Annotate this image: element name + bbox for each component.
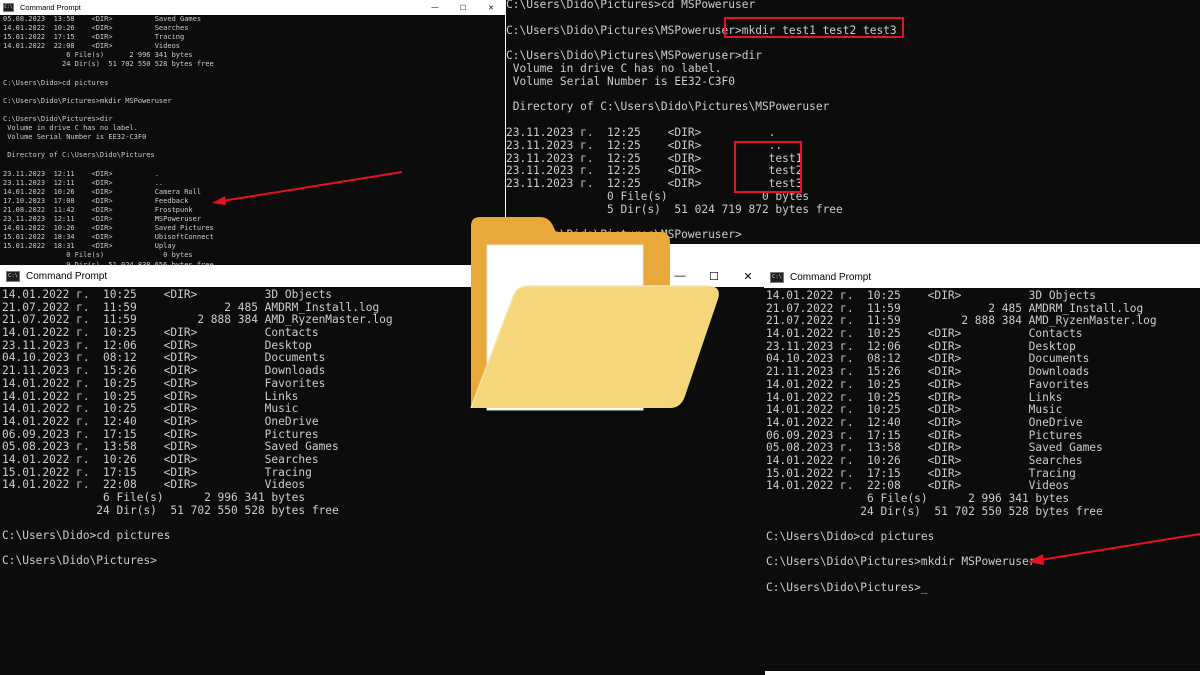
terminal-line: 6 File(s) 2 996 341 bytes	[2, 491, 306, 504]
terminal-line: Volume Serial Number is EE32-C3F0	[506, 74, 736, 88]
terminal-line: C:\Users\Dido>cd pictures	[766, 530, 935, 544]
terminal-line: 15.01.2022 18:34 <DIR> UbisoftConnect	[3, 233, 214, 242]
terminal-line: 14.01.2022 г. 10:25 <DIR> Contacts	[2, 326, 319, 340]
minimize-button[interactable]: —	[663, 265, 697, 287]
terminal-line: C:\Users\Dido\Pictures>	[2, 554, 157, 568]
terminal-line: 14.01.2022 г. 10:25 <DIR> 3D Objects	[2, 289, 333, 301]
terminal-line: 15.01.2022 18:31 <DIR> Uplay	[3, 242, 176, 251]
terminal-line: C:\Users\Dido\Pictures>dir	[3, 115, 113, 124]
terminal-line: Volume in drive C has no label.	[3, 124, 138, 133]
close-button[interactable]: ✕	[731, 265, 765, 287]
terminal-line: 23.11.2023 12:11 <DIR> ..	[3, 178, 164, 187]
maximize-button[interactable]: ☐	[697, 265, 731, 287]
window-title: Command Prompt	[26, 270, 108, 282]
terminal-line: C:\Users\Dido\Pictures>mkdir MSPoweruser	[3, 96, 172, 105]
terminal-line: 14.01.2022 10:26 <DIR> Camera Roll	[3, 187, 202, 196]
terminal-line: 14.01.2022 10:26 <DIR> Searches	[3, 24, 189, 33]
window-title: Command Prompt	[20, 3, 81, 12]
terminal-line: 05.08.2023 13:58 <DIR> Saved Games	[3, 15, 202, 23]
window-controls: — ☐ ✕	[663, 265, 765, 287]
terminal-line: C:\Users\Dido\Pictures>cd MSPoweruser	[506, 0, 756, 11]
terminal-line: 23.11.2023 г. 12:25 <DIR> .	[506, 125, 776, 139]
terminal-line: 17.10.2023 17:08 <DIR> Feedback	[3, 196, 189, 205]
test-folders-highlight	[734, 141, 802, 193]
terminal-line: C:\Users\Dido\Pictures>_	[766, 580, 928, 594]
terminal-line: 24 Dir(s) 51 702 550 528 bytes free	[3, 60, 214, 69]
terminal-line: Directory of C:\Users\Dido\Pictures\MSPo…	[506, 100, 830, 114]
terminal-line: C:\Users\Dido>cd pictures	[2, 529, 171, 543]
terminal-line: 6 File(s) 2 996 341 bytes	[3, 51, 193, 60]
terminal-line: 21.11.2023 г. 15:26 <DIR> Downloads	[2, 364, 326, 378]
title-bar[interactable]: C:\ Command Prompt — ☐ ✕	[0, 0, 505, 15]
terminal-line: C:\Users\Dido>cd pictures	[3, 78, 109, 87]
terminal-line: 24 Dir(s) 51 702 550 528 bytes free	[766, 504, 1103, 518]
window-title: Command Prompt	[790, 271, 872, 283]
terminal-line: 14.01.2022 22:08 <DIR> Videos	[3, 42, 181, 51]
window-controls: — ☐ ✕	[421, 0, 505, 15]
cmd-icon: C:\	[6, 270, 20, 282]
terminal-line: 15.01.2022 17:15 <DIR> Tracing	[3, 33, 185, 42]
terminal-line: Volume Serial Number is EE32-C3F0	[3, 133, 147, 142]
terminal-line: C:\Users\Dido\Pictures>mkdir MSPoweruser	[766, 555, 1036, 569]
terminal-line: C:\Users\Dido\Pictures\MSPoweruser>	[506, 228, 742, 242]
terminal-line: 14.01.2022 г. 10:25 <DIR> Favorites	[2, 376, 326, 390]
cmd-window-top-left: C:\ Command Prompt — ☐ ✕ 05.08.2023 13:5…	[0, 0, 505, 268]
terminal-line: 0 File(s) 0 bytes	[506, 189, 810, 203]
title-bar[interactable]: C:\ Command Prompt	[764, 266, 1200, 288]
terminal-line: 14.01.2022 10:26 <DIR> Saved Pictures	[3, 224, 214, 233]
mkdir-command-highlight	[724, 17, 904, 38]
terminal-line: 6 File(s) 2 996 341 bytes	[766, 492, 1070, 505]
terminal-line: 14.01.2022 г. 10:25 <DIR> Favorites	[766, 377, 1090, 391]
terminal-line: 23.11.2023 12:11 <DIR> .	[3, 169, 159, 178]
terminal-output[interactable]: 05.08.2023 13:58 <DIR> Saved Games 14.01.…	[0, 15, 505, 268]
terminal-line: 24 Dir(s) 51 702 550 528 bytes free	[2, 503, 339, 517]
terminal-line: 23.11.2023 г. 12:25 <DIR> ..	[506, 138, 783, 152]
terminal-line: 14.01.2022 г. 12:40 <DIR> OneDrive	[766, 415, 1083, 429]
terminal-line: 14.01.2022 г. 10:25 <DIR> 3D Objects	[766, 290, 1097, 302]
terminal-line: 14.01.2022 г. 12:40 <DIR> OneDrive	[2, 414, 319, 428]
terminal-output[interactable]: 14.01.2022 г. 10:25 <DIR> 3D Objects 21.0…	[764, 290, 1200, 671]
terminal-line: 0 File(s) 0 bytes	[3, 251, 193, 260]
terminal-line: 23.11.2023 12:11 <DIR> MSPoweruser	[3, 215, 202, 224]
cmd-window-bottom-right: C:\ Command Prompt 14.01.2022 г. 10:25 <…	[764, 266, 1200, 671]
cmd-icon: C:\	[770, 271, 784, 283]
terminal-line: Directory of C:\Users\Dido\Pictures	[3, 151, 155, 160]
terminal-line: 21.08.2022 11:42 <DIR> Frostpunk	[3, 205, 193, 214]
terminal-line: 14.01.2022 г. 10:25 <DIR> Music	[2, 402, 299, 416]
terminal-line: 14.01.2022 г. 10:25 <DIR> Music	[766, 403, 1063, 417]
terminal-line: 14.01.2022 г. 10:25 <DIR> Contacts	[766, 327, 1083, 341]
terminal-line: 14.01.2022 г. 10:26 <DIR> Searches	[766, 453, 1083, 467]
maximize-button[interactable]: ☐	[449, 0, 477, 15]
cmd-window-bottom-left: C:\ Command Prompt — ☐ ✕ 14.01.2022 г. 1…	[0, 265, 765, 675]
close-button[interactable]: ✕	[477, 0, 505, 15]
terminal-line: 21.11.2023 г. 15:26 <DIR> Downloads	[766, 365, 1090, 379]
minimize-button[interactable]: —	[421, 0, 449, 15]
cmd-icon: C:\	[3, 3, 14, 12]
terminal-line: 14.01.2022 г. 10:26 <DIR> Searches	[2, 452, 319, 466]
terminal-line: 5 Dir(s) 51 024 719 872 bytes free	[506, 202, 843, 216]
terminal-line: Volume in drive C has no label.	[506, 61, 722, 75]
terminal-output[interactable]: 14.01.2022 г. 10:25 <DIR> 3D Objects 21.0…	[0, 289, 765, 675]
title-bar[interactable]: C:\ Command Prompt — ☐ ✕	[0, 265, 765, 287]
